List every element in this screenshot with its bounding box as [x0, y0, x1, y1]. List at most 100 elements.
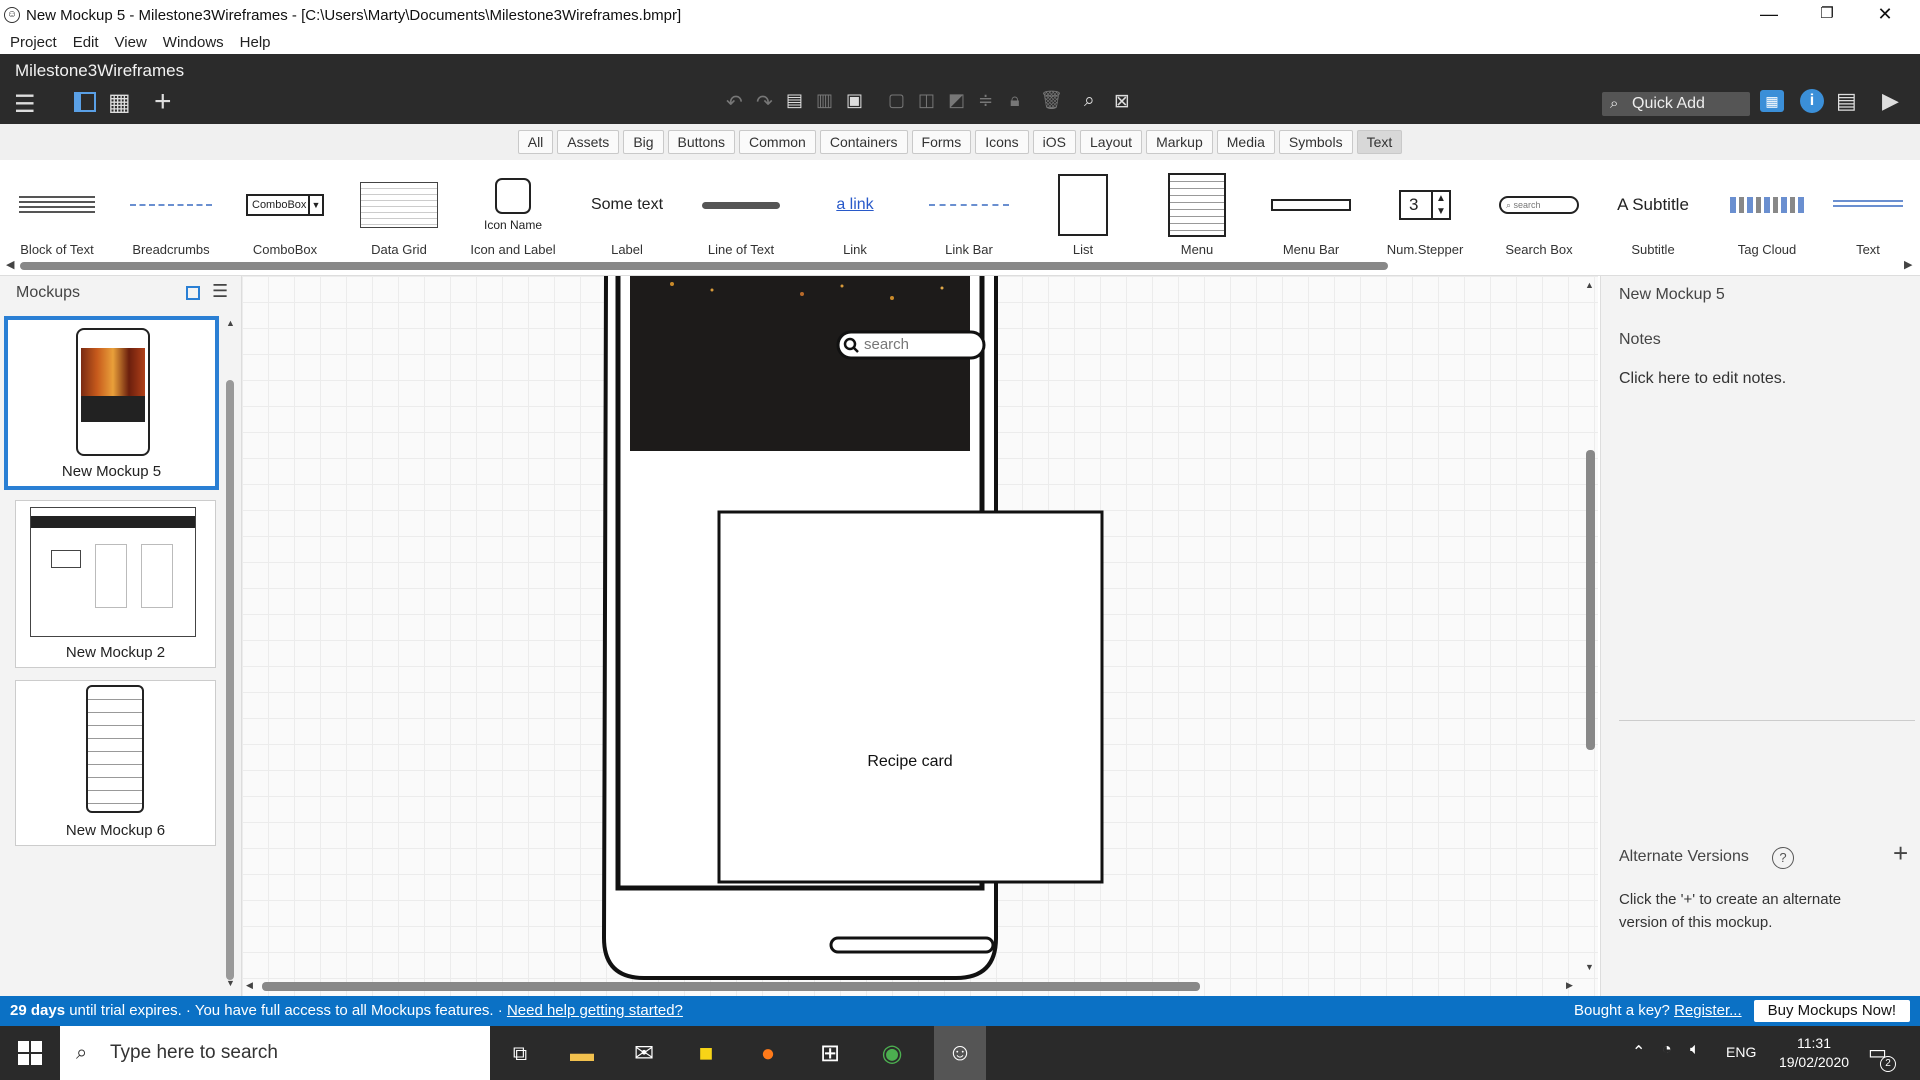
- mockup-thumb-6[interactable]: New Mockup 6: [15, 680, 216, 846]
- copy-icon[interactable]: ▤: [786, 90, 803, 111]
- ui-library-icon[interactable]: ▦: [1760, 90, 1784, 112]
- menu-help[interactable]: Help: [240, 34, 271, 51]
- fullscreen-icon[interactable]: ⊠: [1114, 90, 1130, 113]
- restore-button[interactable]: ❐: [1798, 0, 1856, 30]
- tab-layout[interactable]: Layout: [1080, 130, 1143, 154]
- language-indicator[interactable]: ENG: [1726, 1044, 1756, 1060]
- recipe-card[interactable]: [717, 510, 1104, 884]
- canvas-scroll-left-icon[interactable]: ◀: [246, 980, 253, 991]
- redo-icon[interactable]: ↷: [756, 90, 773, 115]
- library-scrollbar[interactable]: [20, 262, 1388, 270]
- ungroup-icon[interactable]: ◫: [918, 90, 935, 111]
- mockup-thumb-2[interactable]: New Mockup 2: [15, 500, 216, 668]
- group-icon[interactable]: ▢: [888, 90, 905, 111]
- undo-icon[interactable]: ↶: [726, 90, 743, 115]
- mockup-thumb-5[interactable]: New Mockup 5: [4, 316, 219, 490]
- canvas-scroll-right-icon[interactable]: ▶: [1566, 980, 1573, 991]
- help-icon[interactable]: ?: [1772, 847, 1794, 869]
- thumbnail-view-icon[interactable]: [186, 286, 200, 300]
- show-hidden-icons-icon[interactable]: ⌃: [1632, 1042, 1645, 1062]
- tab-all[interactable]: All: [517, 130, 554, 154]
- scroll-left-icon[interactable]: ◀: [6, 258, 14, 271]
- tab-markup[interactable]: Markup: [1146, 130, 1213, 154]
- notes-edit-area[interactable]: Click here to edit notes.: [1619, 370, 1786, 388]
- lib-list[interactable]: List: [1026, 160, 1140, 270]
- menu-edit[interactable]: Edit: [73, 34, 99, 51]
- close-button[interactable]: ✕: [1856, 0, 1914, 30]
- lib-menu[interactable]: Menu: [1140, 160, 1254, 270]
- tab-icons[interactable]: Icons: [975, 130, 1029, 154]
- lib-block-of-text[interactable]: Block of Text: [0, 160, 114, 270]
- lock-icon[interactable]: 🔒︎: [1010, 90, 1020, 111]
- notes-panel-icon[interactable]: ▤: [1836, 88, 1857, 114]
- menu-project[interactable]: Project: [10, 34, 57, 51]
- mockup-canvas[interactable]: search Recipe card: [242, 276, 1598, 996]
- menu-view[interactable]: View: [115, 34, 147, 51]
- mail-icon[interactable]: ✉: [624, 1034, 664, 1074]
- lib-menu-bar[interactable]: Menu Bar: [1254, 160, 1368, 270]
- canvas-scroll-down-icon[interactable]: ▼: [1585, 962, 1594, 972]
- scroll-right-icon[interactable]: ▶: [1904, 258, 1912, 271]
- lib-data-grid[interactable]: Data Grid: [342, 160, 456, 270]
- canvas-search-box[interactable]: [836, 330, 986, 360]
- lib-breadcrumbs[interactable]: Breadcrumbs: [114, 160, 228, 270]
- lib-icon-and-label[interactable]: Icon Name Icon and Label: [456, 160, 570, 270]
- tab-media[interactable]: Media: [1216, 130, 1275, 154]
- canvas-scroll-up-icon[interactable]: ▲: [1585, 280, 1594, 290]
- lib-link[interactable]: a link Link: [798, 160, 912, 270]
- taskbar-search-box[interactable]: ⌕ Type here to search: [60, 1026, 490, 1080]
- task-view-icon[interactable]: ⧉: [500, 1034, 540, 1074]
- canvas-horizontal-scrollbar[interactable]: [262, 982, 1200, 991]
- lib-text[interactable]: Text: [1818, 160, 1918, 270]
- tab-common[interactable]: Common: [739, 130, 816, 154]
- lib-num-stepper[interactable]: 3 ▲ ▼ Num.Stepper: [1368, 160, 1482, 270]
- lib-combobox[interactable]: ComboBox ▼ ComboBox: [228, 160, 342, 270]
- grid-view-icon[interactable]: ▦: [108, 88, 131, 117]
- menu-windows[interactable]: Windows: [163, 34, 224, 51]
- hamburger-menu-icon[interactable]: ☰: [14, 90, 36, 119]
- buy-now-button[interactable]: Buy Mockups Now!: [1753, 1000, 1910, 1022]
- scroll-up-icon[interactable]: ▲: [226, 318, 235, 328]
- lib-subtitle[interactable]: A Subtitle Subtitle: [1596, 160, 1710, 270]
- lib-search-box[interactable]: ⌕ search Search Box: [1482, 160, 1596, 270]
- delete-icon[interactable]: 🗑︎: [1040, 90, 1063, 111]
- tab-containers[interactable]: Containers: [819, 130, 908, 154]
- add-alternate-icon[interactable]: +: [1893, 838, 1908, 869]
- tab-forms[interactable]: Forms: [911, 130, 972, 154]
- info-icon[interactable]: i: [1800, 89, 1824, 113]
- align-icon[interactable]: ≑: [978, 90, 993, 111]
- tab-assets[interactable]: Assets: [557, 130, 620, 154]
- volume-icon[interactable]: 🔈︎: [1690, 1041, 1700, 1059]
- network-icon[interactable]: ◔: [1662, 1041, 1672, 1059]
- windows-start-icon[interactable]: [18, 1041, 42, 1065]
- lib-link-bar[interactable]: Link Bar: [912, 160, 1026, 270]
- register-link[interactable]: Register...: [1674, 996, 1742, 1026]
- list-view-icon[interactable]: ☰: [212, 281, 228, 302]
- lib-line-of-text[interactable]: Line of Text: [684, 160, 798, 270]
- mockups-scrollbar[interactable]: [226, 380, 234, 980]
- present-icon[interactable]: ▶: [1882, 88, 1899, 114]
- store-icon[interactable]: ⊞: [810, 1034, 850, 1074]
- lib-tag-cloud[interactable]: Tag Cloud: [1710, 160, 1824, 270]
- minimize-button[interactable]: —: [1740, 0, 1798, 30]
- tab-buttons[interactable]: Buttons: [667, 130, 736, 154]
- tab-text[interactable]: Text: [1356, 130, 1403, 154]
- help-getting-started-link[interactable]: Need help getting started?: [507, 1002, 683, 1019]
- quick-add-input[interactable]: ⌕ Quick Add: [1602, 92, 1750, 116]
- sticky-notes-icon[interactable]: ■: [686, 1034, 726, 1074]
- add-mockup-icon[interactable]: +: [154, 85, 172, 119]
- file-explorer-icon[interactable]: ▬: [562, 1034, 602, 1074]
- chrome-icon[interactable]: ◉: [872, 1034, 912, 1074]
- balsamiq-mockups-icon[interactable]: ☺: [934, 1026, 986, 1080]
- panel-layout-icon[interactable]: [74, 92, 96, 112]
- tab-ios[interactable]: iOS: [1032, 130, 1077, 154]
- firefox-icon[interactable]: ●: [748, 1034, 788, 1074]
- tab-symbols[interactable]: Symbols: [1278, 130, 1353, 154]
- lib-label-item[interactable]: Some text Label: [570, 160, 684, 270]
- find-icon[interactable]: ⌕: [1084, 90, 1095, 112]
- paste-icon[interactable]: ▣: [846, 90, 863, 111]
- tab-big[interactable]: Big: [623, 130, 664, 154]
- cut-icon[interactable]: ▥: [816, 90, 833, 111]
- bring-front-icon[interactable]: ◩: [948, 90, 965, 111]
- canvas-vertical-scrollbar[interactable]: [1586, 450, 1595, 750]
